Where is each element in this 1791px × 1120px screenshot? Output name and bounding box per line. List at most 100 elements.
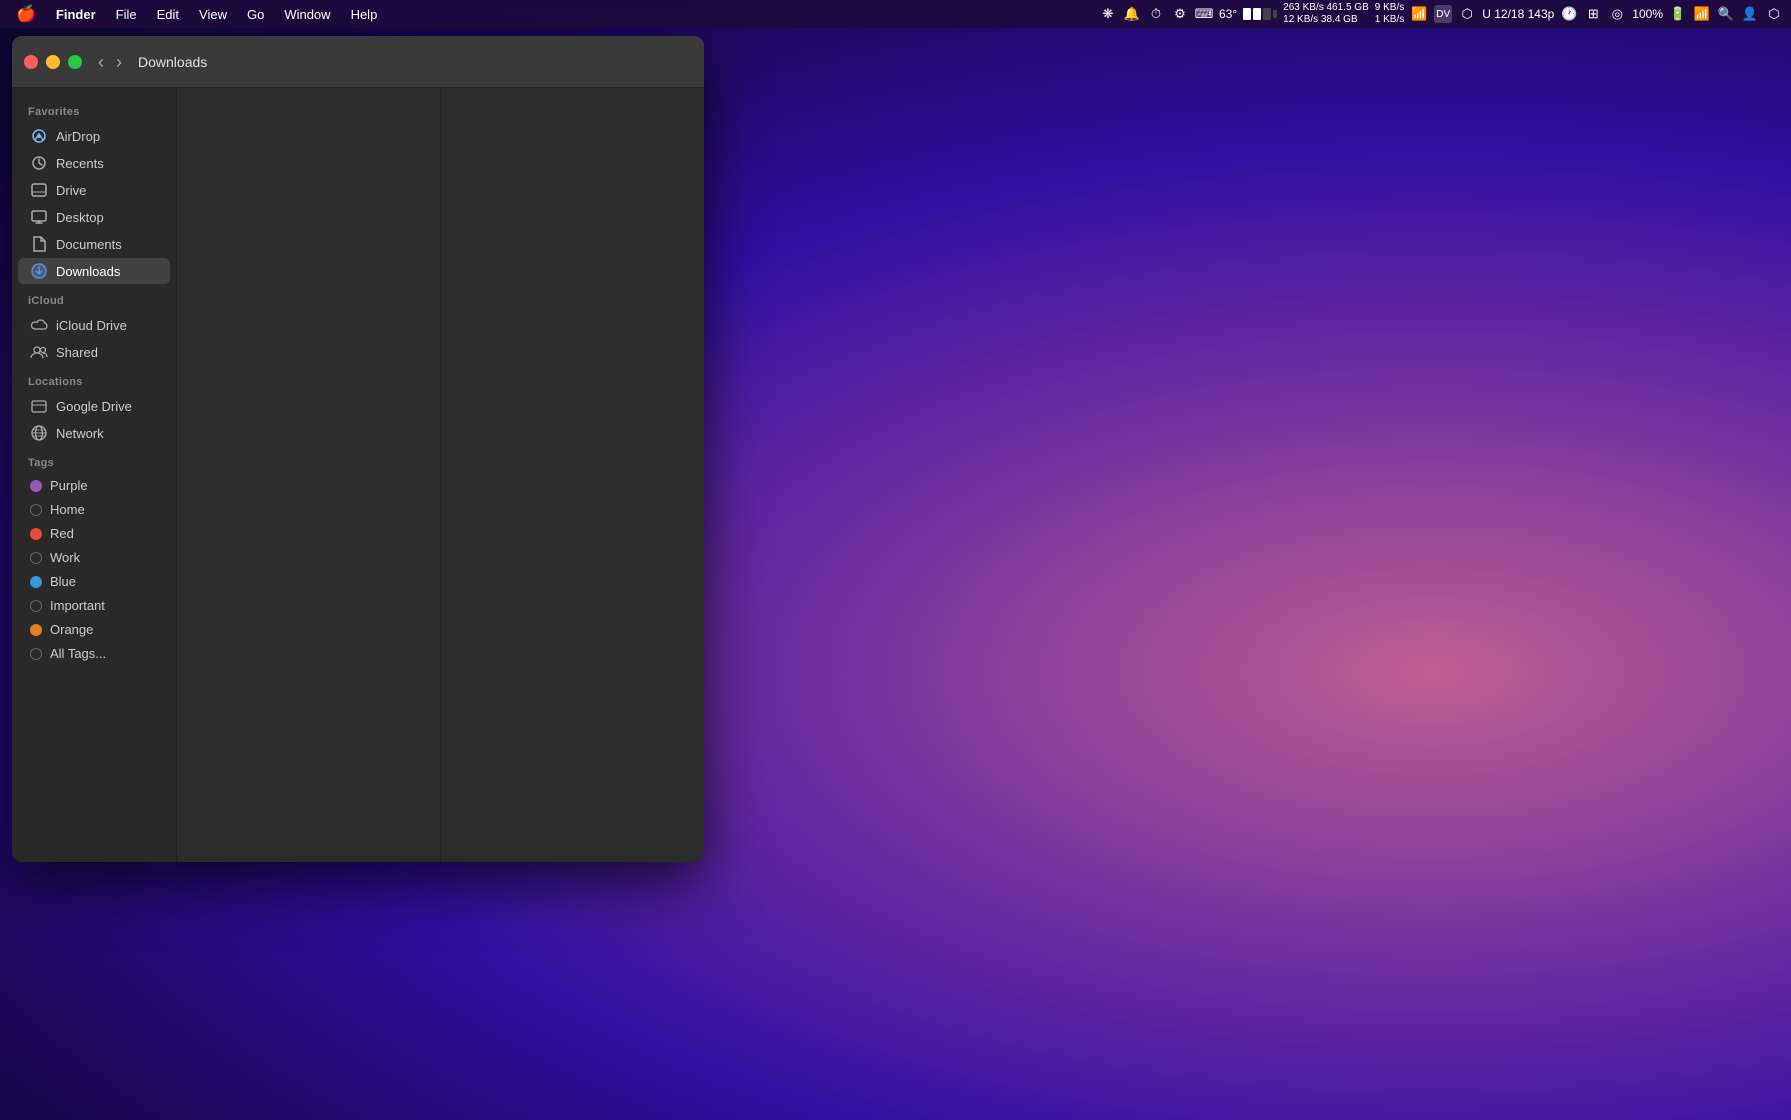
finder-body: Favorites AirDrop: [12, 88, 704, 862]
tag-red-dot: [30, 528, 42, 540]
sidebar-item-tag-important[interactable]: Important: [18, 594, 170, 617]
file-pane-right: [441, 88, 704, 862]
sidebar-item-downloads-label: Downloads: [56, 264, 120, 279]
tag-purple-dot: [30, 480, 42, 492]
apple-menu[interactable]: 🍎: [8, 4, 44, 24]
user-icon[interactable]: 👤: [1741, 5, 1759, 23]
sidebar-item-tag-important-label: Important: [50, 598, 105, 613]
sidebar-item-tag-red-label: Red: [50, 526, 74, 541]
sidebar-item-icloud-drive-label: iCloud Drive: [56, 318, 127, 333]
clock-icon[interactable]: 🕐: [1560, 5, 1578, 23]
io-stats: 9 KB/s 1 KB/s: [1375, 2, 1404, 26]
documents-icon: [30, 235, 48, 253]
battery-icon[interactable]: 🔋: [1669, 5, 1687, 23]
sidebar-item-tag-purple-label: Purple: [50, 478, 88, 493]
forward-button[interactable]: ›: [112, 51, 126, 73]
screentime-icon[interactable]: ⏱: [1147, 5, 1165, 23]
tag-work-dot: [30, 552, 42, 564]
notification-icon[interactable]: 🔔: [1123, 5, 1141, 23]
battery-bars: [1243, 8, 1277, 20]
minimize-button[interactable]: [46, 55, 60, 69]
datetime: U 12/18 143p: [1482, 7, 1554, 21]
nav-buttons: ‹ ›: [94, 51, 126, 73]
titlebar: ‹ › Downloads: [12, 36, 704, 88]
menubar-help[interactable]: Help: [343, 5, 386, 24]
menubar-file[interactable]: File: [108, 5, 145, 24]
desktop-icon: [30, 208, 48, 226]
menubar-right: ❋ 🔔 ⏱ ⚙ ⌨ 63° 263 KB/s 461.5 GB 12 KB/s …: [1099, 2, 1783, 26]
sidebar-item-google-drive[interactable]: Google Drive: [18, 393, 170, 419]
menubar-edit[interactable]: Edit: [149, 5, 187, 24]
sidebar-item-tag-purple[interactable]: Purple: [18, 474, 170, 497]
wifi-off-icon[interactable]: 📶: [1410, 5, 1428, 23]
sidebar-item-recents-label: Recents: [56, 156, 104, 171]
finder-window: ‹ › Downloads Favorites AirDrop: [12, 36, 704, 862]
google-drive-icon: [30, 397, 48, 415]
wifi-icon[interactable]: 📶: [1693, 5, 1711, 23]
tag-important-dot: [30, 600, 42, 612]
siri-icon[interactable]: ◎: [1608, 5, 1626, 23]
window-title: Downloads: [138, 54, 207, 70]
sidebar-item-icloud-drive[interactable]: iCloud Drive: [18, 312, 170, 338]
sidebar-item-network-label: Network: [56, 426, 104, 441]
sidebar-item-tag-orange[interactable]: Orange: [18, 618, 170, 641]
sidebar: Favorites AirDrop: [12, 88, 177, 862]
network-stats: 263 KB/s 461.5 GB 12 KB/s 38.4 GB: [1283, 2, 1369, 26]
maximize-button[interactable]: [68, 55, 82, 69]
sidebar-item-downloads[interactable]: Downloads: [18, 258, 170, 284]
dropbox-icon[interactable]: ❋: [1099, 5, 1117, 23]
search-icon[interactable]: 🔍: [1717, 5, 1735, 23]
menubar-view[interactable]: View: [191, 5, 235, 24]
sidebar-item-shared-label: Shared: [56, 345, 98, 360]
sidebar-item-tag-blue[interactable]: Blue: [18, 570, 170, 593]
close-button[interactable]: [24, 55, 38, 69]
siri2-icon[interactable]: ⬡: [1765, 5, 1783, 23]
sidebar-item-airdrop-label: AirDrop: [56, 129, 100, 144]
menubar: 🍎 Finder File Edit View Go Window Help ❋…: [0, 0, 1791, 28]
sidebar-item-network[interactable]: Network: [18, 420, 170, 446]
dv-icon[interactable]: DV: [1434, 5, 1452, 23]
menubar-app-name[interactable]: Finder: [48, 5, 104, 24]
section-tags-label: Tags: [12, 447, 176, 473]
sidebar-item-documents[interactable]: Documents: [18, 231, 170, 257]
section-favorites-label: Favorites: [12, 96, 176, 122]
menubar-window[interactable]: Window: [276, 5, 338, 24]
sidebar-item-tag-work-label: Work: [50, 550, 80, 565]
temperature: 63°: [1219, 7, 1237, 21]
sidebar-item-tag-work[interactable]: Work: [18, 546, 170, 569]
icloud-drive-icon: [30, 316, 48, 334]
tag-home-dot: [30, 504, 42, 516]
back-button[interactable]: ‹: [94, 51, 108, 73]
network-icon: [30, 424, 48, 442]
menubar-go[interactable]: Go: [239, 5, 272, 24]
sidebar-item-shared[interactable]: Shared: [18, 339, 170, 365]
sidebar-item-drive[interactable]: Drive: [18, 177, 170, 203]
sidebar-item-tag-home[interactable]: Home: [18, 498, 170, 521]
sidebar-item-tag-all-label: All Tags...: [50, 646, 106, 661]
section-icloud-label: iCloud: [12, 285, 176, 311]
sidebar-item-tag-home-label: Home: [50, 502, 85, 517]
file-pane-left: [177, 88, 441, 862]
drive-icon: [30, 181, 48, 199]
downloads-icon: [30, 262, 48, 280]
keyboard-icon[interactable]: ⌨: [1195, 5, 1213, 23]
sidebar-item-airdrop[interactable]: AirDrop: [18, 123, 170, 149]
tag-orange-dot: [30, 624, 42, 636]
sidebar-item-tag-red[interactable]: Red: [18, 522, 170, 545]
tag-all-dot: [30, 648, 42, 660]
sidebar-item-tag-blue-label: Blue: [50, 574, 76, 589]
sidebar-item-documents-label: Documents: [56, 237, 122, 252]
sidebar-item-tag-all[interactable]: All Tags...: [18, 642, 170, 665]
traffic-lights: [24, 55, 82, 69]
controlcenter-icon[interactable]: ⊞: [1584, 5, 1602, 23]
bluetooth-icon[interactable]: ⬡: [1458, 5, 1476, 23]
sidebar-item-recents[interactable]: Recents: [18, 150, 170, 176]
sidebar-item-google-drive-label: Google Drive: [56, 399, 132, 414]
battery-percent: 100%: [1632, 7, 1663, 21]
airdrop-icon: [30, 127, 48, 145]
tag-blue-dot: [30, 576, 42, 588]
sidebar-item-desktop[interactable]: Desktop: [18, 204, 170, 230]
sidebar-item-tag-orange-label: Orange: [50, 622, 93, 637]
settings-icon[interactable]: ⚙: [1171, 5, 1189, 23]
shared-icon: [30, 343, 48, 361]
